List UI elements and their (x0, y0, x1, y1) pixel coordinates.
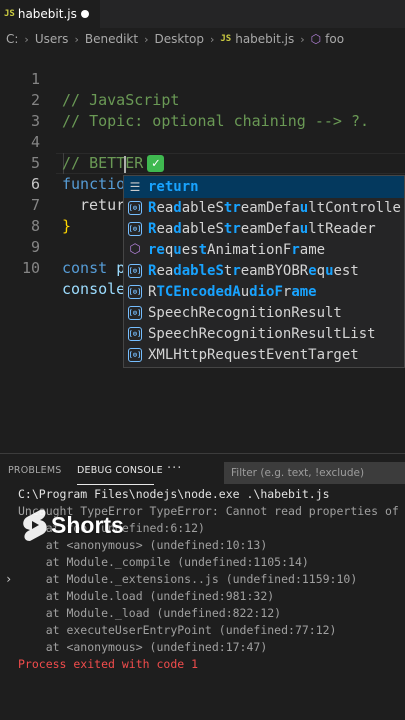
function-icon: ⬡ (129, 242, 141, 257)
console-line: at Module._compile (undefined:1105:14) (18, 555, 309, 569)
console-line: at Module.load (undefined:981:32) (18, 589, 275, 603)
suggest-item-label: ReadableStreamDefaultReader (148, 220, 376, 237)
tab-habebit-js[interactable]: JS habebit.js (0, 0, 100, 28)
variable-icon: [⊙] (128, 305, 142, 320)
variable-icon: [⊙] (128, 200, 142, 215)
line-number: 10 (21, 259, 40, 277)
breadcrumb-item-symbol[interactable]: foo (325, 32, 344, 46)
keyword-icon: ☰ (129, 179, 141, 194)
variable-icon: [⊙] (128, 284, 142, 299)
bottom-panel: PROBLEMS DEBUG CONSOLE ··· Filter (e.g. … (0, 453, 405, 720)
suggest-item[interactable]: [⊙] ReadableStreamDefaultReader (124, 218, 404, 239)
shorts-watermark: Shorts (21, 508, 124, 542)
breadcrumb: C: › Users › Benedikt › Desktop › JS hab… (0, 29, 405, 49)
text-cursor (124, 156, 126, 173)
function-cube-icon: ⬡ (310, 32, 322, 46)
code-line: 1 // JavaScript (0, 48, 405, 109)
javascript-file-icon: JS (220, 34, 232, 44)
unsaved-dot-icon[interactable] (81, 10, 89, 18)
console-line: Process exited with code 1 (18, 657, 199, 671)
suggest-item-label: ReadableStreamBYOBRequest (148, 262, 359, 279)
variable-icon: [⊙] (128, 221, 142, 236)
keyword-token: const (62, 259, 108, 277)
chevron-right-icon: › (209, 32, 215, 46)
shorts-logo-icon (21, 508, 49, 542)
variable-icon: [⊙] (128, 263, 142, 278)
console-filter-input[interactable]: Filter (e.g. text, !exclude) (224, 462, 405, 484)
console-line: at Module._load (undefined:822:12) (18, 606, 282, 620)
suggest-item[interactable]: [⊙] ReadableStreamDefaultControlle (124, 197, 404, 218)
active-tab-indicator (77, 484, 154, 485)
chevron-right-icon[interactable]: › (5, 572, 12, 586)
suggest-item[interactable]: ⬡ requestAnimationFrame (124, 239, 404, 260)
autocomplete-suggest-widget: ☰ return [⊙] ReadableStreamDefaultContro… (123, 175, 405, 368)
chevron-right-icon: › (300, 32, 305, 46)
breadcrumb-item-drive[interactable]: C: (6, 32, 18, 46)
code-line: 5 function foo(a) { (0, 132, 405, 193)
breadcrumb-item-users[interactable]: Users (35, 32, 69, 46)
code-line: 2 // Topic: optional chaining --> ?. (0, 69, 405, 130)
more-actions-icon[interactable]: ··· (167, 461, 182, 476)
code-text: console (62, 280, 126, 298)
variable-icon: [⊙] (128, 347, 142, 362)
suggest-item[interactable]: [⊙] RTCEncodedAudioFrame (124, 281, 404, 302)
suggest-item-label: return (148, 178, 199, 195)
chevron-right-icon: › (24, 32, 29, 46)
console-line: at executeUserEntryPoint (undefined:77:1… (18, 623, 337, 637)
breadcrumb-item-desktop[interactable]: Desktop (154, 32, 204, 46)
tab-label: habebit.js (17, 7, 77, 21)
suggest-item[interactable]: [⊙] SpeechRecognitionResultList (124, 323, 404, 344)
editor-tab-bar: JS habebit.js (0, 0, 405, 28)
chevron-right-icon: › (74, 32, 79, 46)
chevron-right-icon: › (144, 32, 149, 46)
code-line: 4 // BETTER ✓ (0, 111, 405, 172)
suggest-item-label: ReadableStreamDefaultControlle (148, 199, 401, 216)
panel-tab-bar: PROBLEMS DEBUG CONSOLE ··· Filter (e.g. … (0, 454, 405, 490)
suggest-item-label: SpeechRecognitionResultList (148, 325, 376, 342)
suggest-item-label: SpeechRecognitionResult (148, 304, 342, 321)
suggest-item[interactable]: ☰ return (124, 176, 404, 198)
breadcrumb-item-benedikt[interactable]: Benedikt (85, 32, 138, 46)
shorts-wordmark: Shorts (51, 511, 124, 538)
code-line: 3 (0, 90, 405, 130)
tab-problems[interactable]: PROBLEMS (8, 465, 61, 476)
console-line: at Module._extensions..js (undefined:115… (18, 572, 358, 586)
console-line: C:\Program Files\nodejs\node.exe .\habeb… (18, 487, 330, 501)
console-line: at <anonymous> (undefined:17:47) (18, 640, 268, 654)
suggest-item[interactable]: [⊙] SpeechRecognitionResult (124, 302, 404, 323)
suggest-item[interactable]: [⊙] XMLHttpRequestEventTarget (124, 344, 404, 365)
code-line: 6 retur (0, 153, 405, 214)
suggest-item[interactable]: [⊙] ReadableStreamBYOBRequest (124, 260, 404, 281)
variable-icon: [⊙] (128, 326, 142, 341)
suggest-item-label: XMLHttpRequestEventTarget (148, 346, 359, 363)
breadcrumb-item-file[interactable]: habebit.js (235, 32, 294, 46)
tab-debug-console[interactable]: DEBUG CONSOLE (77, 465, 163, 476)
suggest-item-label: RTCEncodedAudioFrame (148, 283, 317, 300)
javascript-file-icon: JS (4, 9, 15, 19)
suggest-item-label: requestAnimationFrame (148, 241, 326, 258)
